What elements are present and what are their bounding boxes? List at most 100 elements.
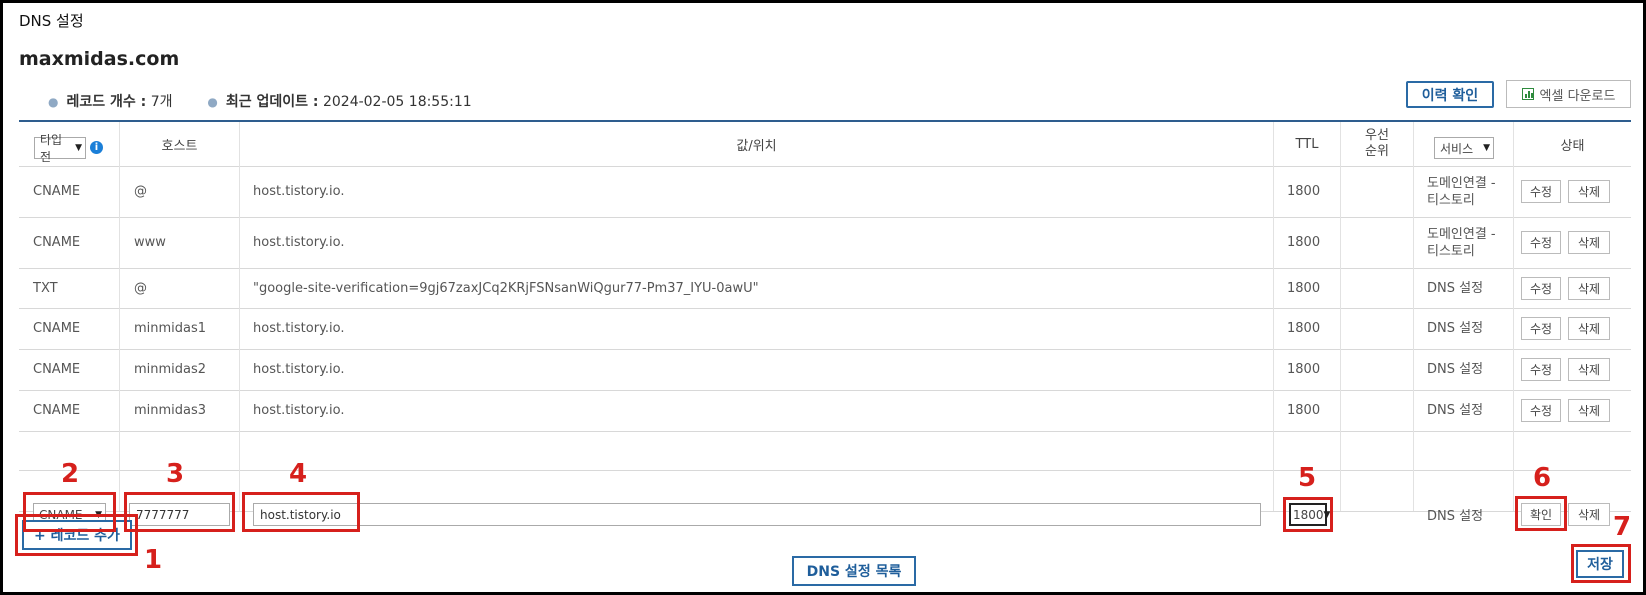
excel-download-label: 엑셀 다운로드: [1539, 88, 1616, 104]
divider: [1513, 122, 1514, 511]
service-filter-value: 서비스: [1440, 141, 1474, 156]
row-service: DNS 설정: [1427, 268, 1483, 308]
bullet-icon: ●: [48, 95, 59, 109]
record-count-value: 7개: [150, 94, 173, 110]
row-host: www: [134, 235, 166, 250]
excel-download-button[interactable]: 엑셀 다운로드: [1506, 80, 1631, 108]
updated-value: 2024-02-05 18:55:11: [322, 94, 472, 110]
annotation-box: [1283, 497, 1333, 532]
header-priority-line2: 순위: [1365, 144, 1389, 159]
row-value: host.tistory.io.: [253, 321, 345, 336]
row-type: CNAME: [33, 321, 81, 336]
annotation-box: [23, 492, 116, 532]
row-host: @: [134, 280, 147, 296]
domain-name: maxmidas.com: [19, 48, 180, 70]
annotation-box: [242, 492, 360, 532]
row-value: host.tistory.io.: [253, 184, 345, 199]
annotation-number: 3: [166, 459, 185, 489]
type-filter-select[interactable]: 타입 전 ▼: [34, 133, 86, 164]
divider: [1413, 122, 1414, 511]
header-priority-line1: 우선: [1365, 128, 1389, 143]
edit-button[interactable]: 수정: [1521, 358, 1561, 381]
divider: [239, 122, 240, 511]
record-meta: ● 레코드 개수 : 7개 ● 최근 업데이트 : 2024-02-05 18:55…: [48, 91, 472, 111]
row-service: DNS 설정: [1427, 390, 1483, 431]
chevron-down-icon: ▼: [75, 143, 82, 153]
info-icon[interactable]: i: [90, 141, 103, 154]
row-ttl: 1800: [1287, 403, 1321, 418]
chevron-down-icon: ▼: [1483, 143, 1490, 153]
row-type: CNAME: [33, 235, 81, 250]
annotation-box: [1515, 496, 1567, 531]
header-status: 상태: [1560, 138, 1585, 154]
header-ttl: TTL: [1295, 136, 1319, 152]
row-host: minmidas1: [134, 321, 207, 336]
annotation-box: [124, 492, 235, 532]
edit-button[interactable]: 수정: [1521, 399, 1561, 422]
type-filter-value: 타입 전: [40, 133, 63, 164]
row-type: CNAME: [33, 403, 81, 418]
annotation-number: 7: [1613, 512, 1632, 542]
row-value: host.tistory.io.: [253, 235, 345, 250]
row-type: CNAME: [33, 184, 81, 199]
divider: [119, 122, 120, 511]
row-service-line1: DNS 설정: [1427, 403, 1484, 418]
edit-button[interactable]: 수정: [1521, 277, 1561, 300]
annotation-number: 2: [61, 459, 80, 489]
annotation-box: [1571, 544, 1631, 583]
delete-button[interactable]: 삭제: [1568, 180, 1610, 203]
edit-button[interactable]: 수정: [1521, 231, 1561, 254]
row-service-line1: 도메인연결 -: [1427, 175, 1496, 191]
divider: [19, 431, 1631, 432]
annotation-number: 6: [1533, 463, 1552, 493]
annotation-number: 4: [289, 459, 308, 489]
row-service: DNS 설정: [1427, 308, 1483, 349]
edit-button[interactable]: 수정: [1521, 180, 1561, 203]
new-delete-button[interactable]: 삭제: [1568, 503, 1610, 526]
row-service-line2: 티스토리: [1427, 243, 1475, 259]
row-service-line1: 도메인연결 -: [1427, 226, 1496, 242]
delete-button[interactable]: 삭제: [1568, 399, 1610, 422]
row-host: @: [134, 184, 147, 199]
row-service: 도메인연결 - 티스토리: [1427, 166, 1496, 217]
row-ttl: 1800: [1287, 280, 1321, 296]
header-priority: 우선 순위: [1341, 126, 1413, 162]
edit-button[interactable]: 수정: [1521, 317, 1561, 340]
row-ttl: 1800: [1287, 184, 1321, 199]
delete-button[interactable]: 삭제: [1568, 231, 1610, 254]
row-service-line1: DNS 설정: [1427, 362, 1484, 377]
new-value-input[interactable]: host.tistory.io: [253, 503, 1261, 526]
row-ttl: 1800: [1287, 235, 1321, 250]
divider: [1340, 122, 1341, 511]
row-host: minmidas3: [134, 403, 207, 418]
delete-button[interactable]: 삭제: [1568, 277, 1610, 300]
row-type: TXT: [33, 280, 58, 296]
row-value: host.tistory.io.: [253, 362, 345, 377]
divider: [19, 470, 1631, 471]
service-filter-select[interactable]: 서비스 ▼: [1434, 137, 1494, 159]
row-ttl: 1800: [1287, 362, 1321, 377]
row-service-line1: DNS 설정: [1427, 280, 1484, 296]
row-value: host.tistory.io.: [253, 403, 345, 418]
row-value: "google-site-verification=9gj67zaxJCq2KR…: [253, 280, 759, 296]
header-host: 호스트: [161, 138, 198, 154]
row-ttl: 1800: [1287, 321, 1321, 336]
excel-icon: [1521, 88, 1534, 100]
record-count-label: 레코드 개수 :: [66, 94, 147, 110]
page-title: DNS 설정: [19, 12, 84, 30]
dns-list-button[interactable]: DNS 설정 목록: [792, 556, 916, 586]
divider: [1273, 122, 1274, 511]
history-button[interactable]: 이력 확인: [1406, 81, 1494, 108]
row-host: minmidas2: [134, 362, 207, 377]
row-service: DNS 설정: [1427, 349, 1483, 390]
delete-button[interactable]: 삭제: [1568, 317, 1610, 340]
annotation-number: 1: [144, 545, 163, 575]
bullet-icon: ●: [207, 95, 218, 109]
row-service-line2: 티스토리: [1427, 192, 1475, 208]
new-service-label: DNS 설정: [1427, 509, 1484, 524]
delete-button[interactable]: 삭제: [1568, 358, 1610, 381]
row-service-line1: DNS 설정: [1427, 321, 1484, 336]
row-type: CNAME: [33, 362, 81, 377]
annotation-number: 5: [1298, 463, 1317, 493]
row-service: 도메인연결 - 티스토리: [1427, 217, 1496, 268]
